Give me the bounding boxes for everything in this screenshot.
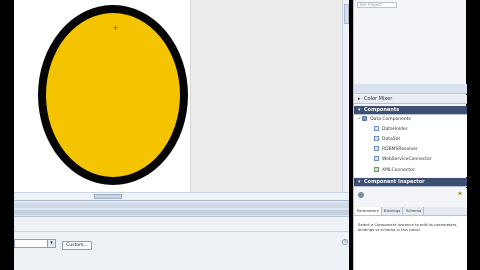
inspector-toolbar: ✶: [354, 188, 467, 207]
tab-bindings[interactable]: Bindings: [382, 207, 404, 215]
horizontal-scroll-thumb[interactable]: [94, 194, 122, 199]
vertical-scrollbar[interactable]: [342, 0, 349, 194]
tree-item-label: DataSet: [382, 137, 401, 142]
right-letterbox: [466, 0, 480, 270]
inspector-tabs: Parameters Bindings Schema: [354, 207, 467, 215]
inspector-body: Select a Component instance to edit its …: [354, 215, 467, 270]
yellow-ellipse-shape[interactable]: [38, 5, 188, 185]
chevron-down-icon[interactable]: ▾: [47, 240, 55, 247]
tree-group-data-components[interactable]: − Data Components: [357, 115, 411, 124]
tree-item-label: RDBMSResolver: [382, 147, 418, 152]
inspector-message: Select a Component instance to edit its …: [358, 222, 458, 232]
tree-item[interactable]: RDBMSResolver: [374, 145, 418, 154]
tree-item[interactable]: XMLConnector: [374, 166, 415, 175]
tab-parameters[interactable]: Parameters: [355, 207, 382, 215]
instance-dropdown[interactable]: ▾: [14, 239, 56, 248]
component-icon: [374, 136, 379, 141]
folder-icon: [362, 116, 368, 121]
xml-icon: [374, 167, 379, 172]
components-header[interactable]: ▾ Components: [354, 106, 467, 115]
components-tree: − Data Components DataHolder DataSet RDB…: [354, 115, 467, 177]
tree-item[interactable]: DataSet: [374, 135, 400, 144]
horizontal-scrollbar[interactable]: [14, 192, 350, 200]
custom-button[interactable]: Custom...: [62, 241, 92, 250]
properties-panel: ▾ Custom... ?: [14, 216, 350, 270]
tree-item[interactable]: DataHolder: [374, 125, 408, 134]
minus-icon[interactable]: −: [357, 117, 361, 122]
project-field[interactable]: Test Project: [357, 2, 397, 8]
wand-icon[interactable]: ✶: [457, 191, 463, 198]
tab-schema[interactable]: Schema: [404, 207, 425, 215]
tree-group-label: Data Components: [370, 117, 411, 122]
component-icon: [374, 156, 379, 161]
tree-item-label: DataHolder: [382, 127, 408, 132]
component-icon: [358, 192, 364, 198]
component-icon: [374, 146, 379, 151]
timeline-band: [14, 203, 350, 208]
component-icon: [374, 126, 379, 131]
help-icon[interactable]: ?: [342, 239, 348, 245]
stage-canvas[interactable]: +: [14, 0, 190, 192]
project-strip: [354, 84, 467, 94]
color-mixer-label: Color Mixer: [364, 96, 393, 102]
timeline-band: [14, 210, 350, 215]
components-label: Components: [364, 107, 400, 113]
left-letterbox: [0, 0, 14, 270]
divider: [14, 231, 350, 232]
tree-item-label: WebServiceConnector: [382, 157, 432, 162]
tree-item-label: XMLConnector: [382, 168, 415, 173]
right-panel: Test Project ▸ Color Mixer ▾ Components − …: [353, 0, 467, 270]
component-inspector-header[interactable]: ▾ Component Inspector: [354, 178, 467, 187]
pasteboard-area: [190, 0, 342, 192]
tree-item[interactable]: WebServiceConnector: [374, 155, 432, 164]
timeline-panel: [14, 200, 350, 216]
color-mixer-header[interactable]: ▸ Color Mixer: [354, 95, 467, 104]
crosshair-icon: +: [112, 24, 119, 32]
inspector-label: Component Inspector: [364, 179, 425, 185]
